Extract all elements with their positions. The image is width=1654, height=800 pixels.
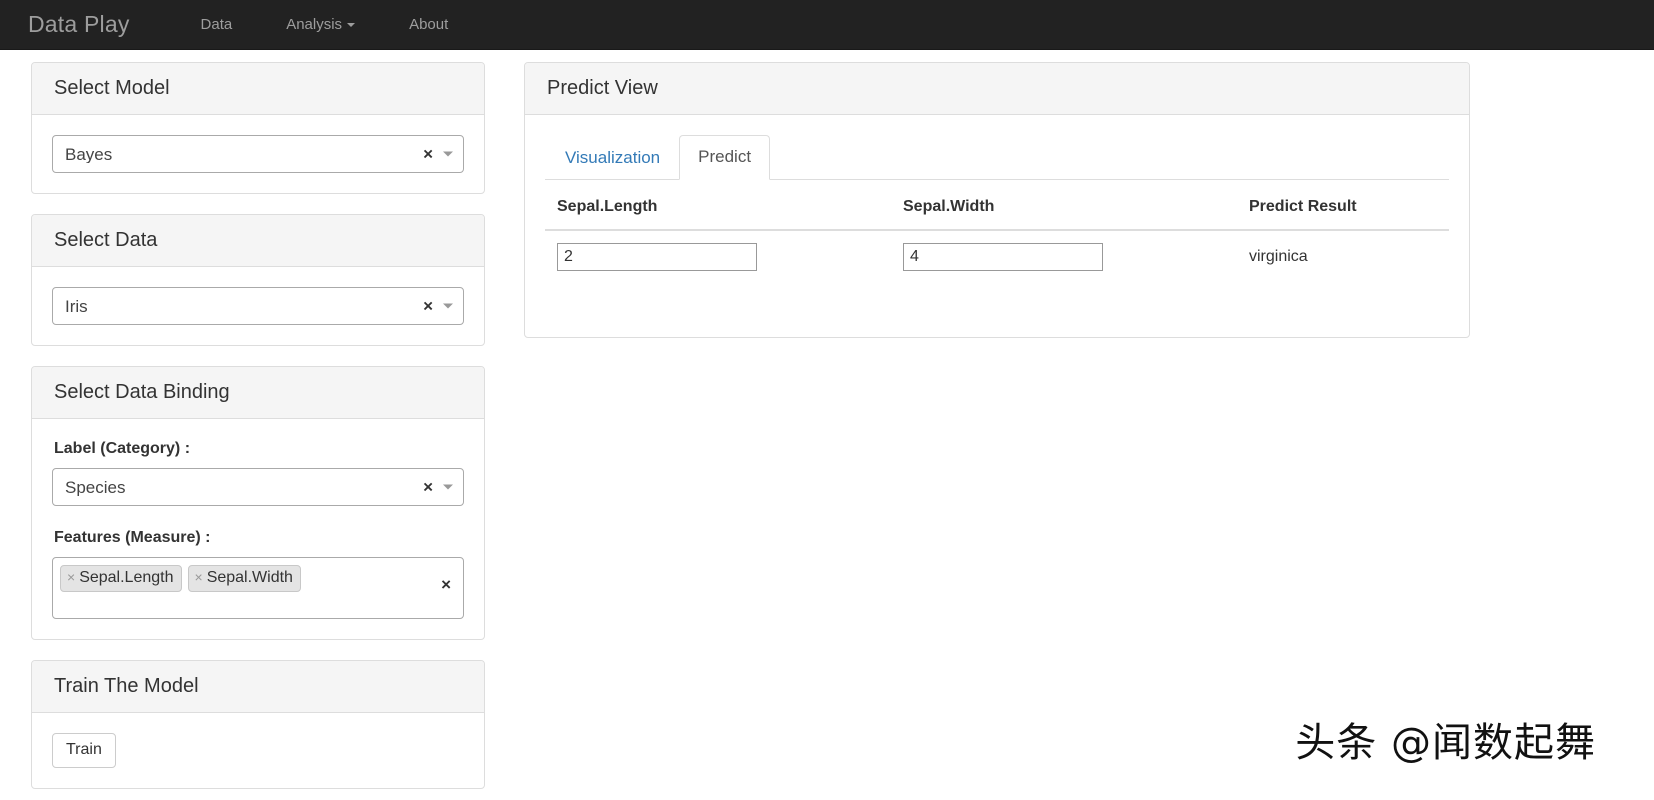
model-select-value: Bayes (65, 145, 113, 163)
cell-sepal-length (545, 230, 891, 283)
cell-sepal-width (891, 230, 1237, 283)
panel-predict-view-title: Predict View (547, 77, 658, 99)
column-header-sepal-width: Sepal.Width (891, 180, 1237, 232)
features-measure-field: Features (Measure) : × Sepal.Length × Se… (52, 528, 464, 620)
column-header-sepal-length: Sepal.Length (545, 180, 891, 232)
chevron-down-icon (347, 22, 356, 27)
data-select-chevron-down-icon[interactable] (443, 303, 453, 309)
page-container: Select Model Bayes × Select Data Iris × (0, 50, 1654, 800)
predict-tab-pane: Sepal.Length Sepal.Width Predict Result (545, 180, 1449, 317)
navbar-links: Data Analysis About (174, 17, 476, 32)
model-select[interactable]: Bayes × (52, 135, 464, 173)
panel-predict-view-header: Predict View (525, 63, 1469, 115)
panel-select-data-binding-header: Select Data Binding (32, 367, 484, 419)
label-category-select-value: Species (65, 478, 126, 496)
panel-select-data-binding-body: Label (Category) : Species × Features (M… (32, 419, 484, 639)
nav-item-data-label: Data (200, 16, 233, 33)
top-navbar: Data Play Data Analysis About (0, 0, 1654, 50)
panel-select-data-title: Select Data (54, 229, 158, 251)
panel-train-model-body: Train (32, 713, 484, 787)
panel-select-model-body: Bayes × (32, 115, 484, 193)
label-category-select-chevron-down-icon[interactable] (443, 484, 453, 490)
panel-select-model-title: Select Model (54, 77, 170, 99)
panel-select-data-binding: Select Data Binding Label (Category) : S… (31, 366, 485, 641)
right-column: Predict View Visualization Predict Sepal… (524, 62, 1470, 358)
table-row: virginica (545, 230, 1449, 283)
predict-table-head: Sepal.Length Sepal.Width Predict Result (545, 180, 1449, 232)
label-category-label: Label (Category) : (54, 440, 191, 457)
feature-tag-remove-icon[interactable]: × (195, 570, 203, 586)
nav-item-data[interactable]: Data (174, 17, 260, 32)
sepal-length-input[interactable] (557, 243, 757, 272)
panel-predict-view: Predict View Visualization Predict Sepal… (524, 62, 1470, 339)
model-select-chevron-down-icon[interactable] (443, 151, 453, 157)
train-button[interactable]: Train (52, 733, 116, 768)
panel-train-model-title: Train The Model (54, 675, 199, 698)
panel-train-model-header: Train The Model (32, 661, 484, 714)
features-measure-clear-icon[interactable]: × (441, 576, 451, 593)
feature-tag[interactable]: × Sepal.Width (187, 565, 301, 592)
predict-table: Sepal.Length Sepal.Width Predict Result (545, 180, 1449, 283)
navbar-brand[interactable]: Data Play (28, 13, 174, 36)
feature-tag-label: Sepal.Length (79, 569, 174, 587)
label-category-field: Label (Category) : Species × (52, 439, 464, 507)
predict-table-body: virginica (545, 230, 1449, 283)
model-select-clear-icon[interactable]: × (423, 146, 433, 163)
nav-item-about-label: About (409, 16, 449, 33)
label-category-select[interactable]: Species × (52, 468, 464, 507)
sepal-width-input[interactable] (903, 243, 1103, 272)
panel-select-data: Select Data Iris × (31, 214, 485, 346)
features-measure-multiselect[interactable]: × Sepal.Length × Sepal.Width × (52, 557, 464, 620)
data-select-value: Iris (65, 297, 88, 315)
panel-select-model: Select Model Bayes × (31, 62, 485, 194)
cell-predict-result: virginica (1249, 248, 1308, 266)
nav-item-about[interactable]: About (382, 17, 475, 32)
table-header-row: Sepal.Length Sepal.Width Predict Result (545, 180, 1449, 232)
label-category-select-clear-icon[interactable]: × (423, 479, 433, 496)
feature-tag-label: Sepal.Width (206, 569, 293, 587)
nav-item-analysis-label: Analysis (286, 16, 343, 33)
data-select-clear-icon[interactable]: × (423, 298, 433, 315)
nav-item-analysis[interactable]: Analysis (259, 17, 382, 32)
predict-view-tabs: Visualization Predict (545, 135, 1449, 181)
left-column: Select Model Bayes × Select Data Iris × (31, 62, 485, 800)
features-tag-list: × Sepal.Length × Sepal.Width (60, 565, 429, 592)
panel-select-model-header: Select Model (32, 63, 484, 115)
features-measure-label: Features (Measure) : (54, 529, 211, 547)
tab-predict[interactable]: Predict (679, 135, 771, 181)
feature-tag[interactable]: × Sepal.Length (60, 565, 182, 592)
feature-tag-remove-icon[interactable]: × (67, 570, 75, 586)
data-select[interactable]: Iris × (52, 287, 464, 325)
watermark-text: 头条 @闻数起舞 (1295, 720, 1596, 766)
column-header-predict-result: Predict Result (1237, 180, 1449, 232)
panel-predict-view-body: Visualization Predict Sepal.Length Sepal… (525, 115, 1469, 337)
panel-select-data-binding-title: Select Data Binding (54, 381, 230, 403)
panel-select-data-header: Select Data (32, 215, 484, 267)
panel-select-data-body: Iris × (32, 267, 484, 345)
tab-visualization[interactable]: Visualization (546, 136, 679, 180)
panel-train-model: Train The Model Train (31, 660, 485, 789)
